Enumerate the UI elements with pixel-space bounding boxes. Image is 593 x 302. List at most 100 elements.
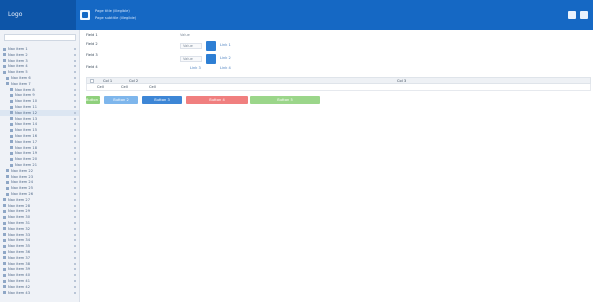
- folder-icon: [10, 146, 13, 150]
- sidebar-item-label: Nav item 25: [11, 186, 33, 191]
- mail-icon[interactable]: [568, 11, 576, 19]
- folder-icon: [10, 151, 13, 155]
- sidebar-item-label: Nav item 34: [8, 238, 30, 243]
- field-2-input[interactable]: Value: [180, 43, 202, 49]
- field-2-lookup-button[interactable]: [206, 41, 216, 51]
- chevron-right-icon: [74, 233, 76, 236]
- sidebar-item-label: Nav item 21: [15, 163, 37, 167]
- chevron-right-icon: [74, 268, 76, 271]
- sidebar-item-label: Nav item 16: [15, 134, 37, 138]
- chevron-right-icon: [74, 152, 76, 155]
- user-icon[interactable]: [580, 11, 588, 19]
- folder-icon: [3, 267, 6, 271]
- folder-icon: [10, 99, 13, 103]
- chevron-right-icon: [74, 140, 76, 143]
- folder-icon: [3, 262, 6, 266]
- header-subtitle: Page subtitle (illegible): [95, 16, 137, 20]
- chevron-right-icon: [74, 262, 76, 265]
- sidebar-item[interactable]: Nav item 43: [0, 290, 79, 296]
- folder-icon: [6, 186, 9, 190]
- chevron-right-icon: [74, 251, 76, 253]
- folder-icon: [3, 244, 6, 248]
- chevron-right-icon: [74, 245, 76, 248]
- sidebar-item-label: Nav item 7: [11, 81, 31, 86]
- action-button-1[interactable]: Button 1: [86, 96, 100, 104]
- sidebar-item-label: Nav item 30: [8, 215, 30, 220]
- chevron-right-icon: [74, 146, 76, 149]
- sidebar-item-label: Nav item 36: [8, 250, 30, 254]
- chevron-right-icon: [74, 280, 76, 282]
- table-row[interactable]: Cell Cell Cell: [86, 84, 591, 91]
- chevron-right-icon: [74, 100, 76, 103]
- action-button-4[interactable]: Button 4: [186, 96, 248, 104]
- chevron-right-icon: [74, 106, 76, 108]
- action-button-5[interactable]: Button 5: [250, 96, 320, 104]
- sidebar-item-label: Nav item 11: [15, 105, 37, 109]
- folder-icon: [3, 47, 6, 51]
- chevron-right-icon: [74, 181, 76, 184]
- field-3-input[interactable]: Value: [180, 56, 202, 62]
- chevron-right-icon: [74, 227, 76, 230]
- field-3-lookup-button[interactable]: [206, 54, 216, 64]
- sidebar-item-label: Nav item 18: [15, 145, 37, 150]
- folder-icon: [10, 140, 13, 144]
- field-2-link[interactable]: Link 1: [220, 43, 231, 48]
- sidebar-item-label: Nav item 8: [15, 87, 35, 92]
- folder-icon: [3, 227, 6, 231]
- top-header: Logo Page title (illegible) Page subtitl…: [0, 0, 593, 30]
- chevron-right-icon: [74, 111, 76, 114]
- folder-icon: [3, 279, 6, 283]
- folder-icon: [10, 122, 13, 126]
- chevron-right-icon: [74, 239, 76, 242]
- sidebar-item-label: Nav item 41: [8, 279, 30, 283]
- sidebar-item-label: Nav item 27: [8, 197, 30, 202]
- folder-icon: [6, 82, 9, 86]
- folder-icon: [6, 76, 9, 80]
- chevron-right-icon: [74, 48, 76, 50]
- sidebar-item-label: Nav item 5: [8, 70, 28, 75]
- folder-icon: [3, 70, 6, 74]
- chevron-right-icon: [74, 71, 76, 74]
- field-4-link-1[interactable]: Link 3: [190, 66, 201, 71]
- field-3-input-value: Value: [183, 57, 193, 61]
- sidebar-item-label: Nav item 6: [11, 76, 31, 80]
- sidebar-item-label: Nav item 2: [8, 52, 28, 57]
- sidebar-item-label: Nav item 9: [15, 93, 35, 98]
- chevron-right-icon: [74, 169, 76, 172]
- chevron-right-icon: [74, 77, 76, 79]
- folder-icon: [3, 59, 6, 63]
- folder-icon: [3, 198, 6, 202]
- chevron-right-icon: [74, 123, 76, 126]
- folder-icon: [3, 221, 6, 225]
- chevron-right-icon: [74, 117, 76, 120]
- folder-icon: [10, 157, 13, 161]
- chevron-right-icon: [74, 198, 76, 201]
- sidebar-item-label: Nav item 4: [8, 64, 28, 69]
- sidebar-item-label: Nav item 37: [8, 255, 30, 260]
- sidebar-item-label: Nav item 14: [15, 122, 37, 127]
- chevron-right-icon: [74, 285, 76, 288]
- sidebar-search-input[interactable]: [4, 34, 76, 41]
- field-3-link[interactable]: Link 2: [220, 56, 231, 61]
- chevron-right-icon: [74, 158, 76, 161]
- sidebar-item-label: Nav item 10: [15, 99, 37, 104]
- sidebar-item-label: Nav item 42: [8, 284, 30, 289]
- field-1-label: Field 1: [86, 33, 98, 37]
- chevron-right-icon: [74, 291, 76, 294]
- field-4-link-2[interactable]: Link 4: [220, 66, 231, 71]
- sidebar-item-label: Nav item 24: [11, 180, 33, 185]
- select-all-checkbox[interactable]: [90, 79, 94, 83]
- folder-icon: [3, 233, 6, 237]
- folder-icon: [10, 128, 13, 132]
- app-menu-icon[interactable]: [80, 10, 90, 20]
- app-logo[interactable]: Logo: [0, 0, 76, 30]
- action-button-2[interactable]: Button 2: [104, 96, 138, 104]
- sidebar-item-label: Nav item 32: [8, 226, 30, 231]
- chevron-right-icon: [74, 187, 76, 190]
- folder-icon: [3, 256, 6, 260]
- action-button-3[interactable]: Button 3: [142, 96, 182, 104]
- folder-icon: [6, 175, 9, 179]
- row-cell-3[interactable]: Cell: [149, 84, 156, 90]
- sidebar-item-label: Nav item 29: [8, 209, 30, 214]
- chevron-right-icon: [74, 129, 76, 132]
